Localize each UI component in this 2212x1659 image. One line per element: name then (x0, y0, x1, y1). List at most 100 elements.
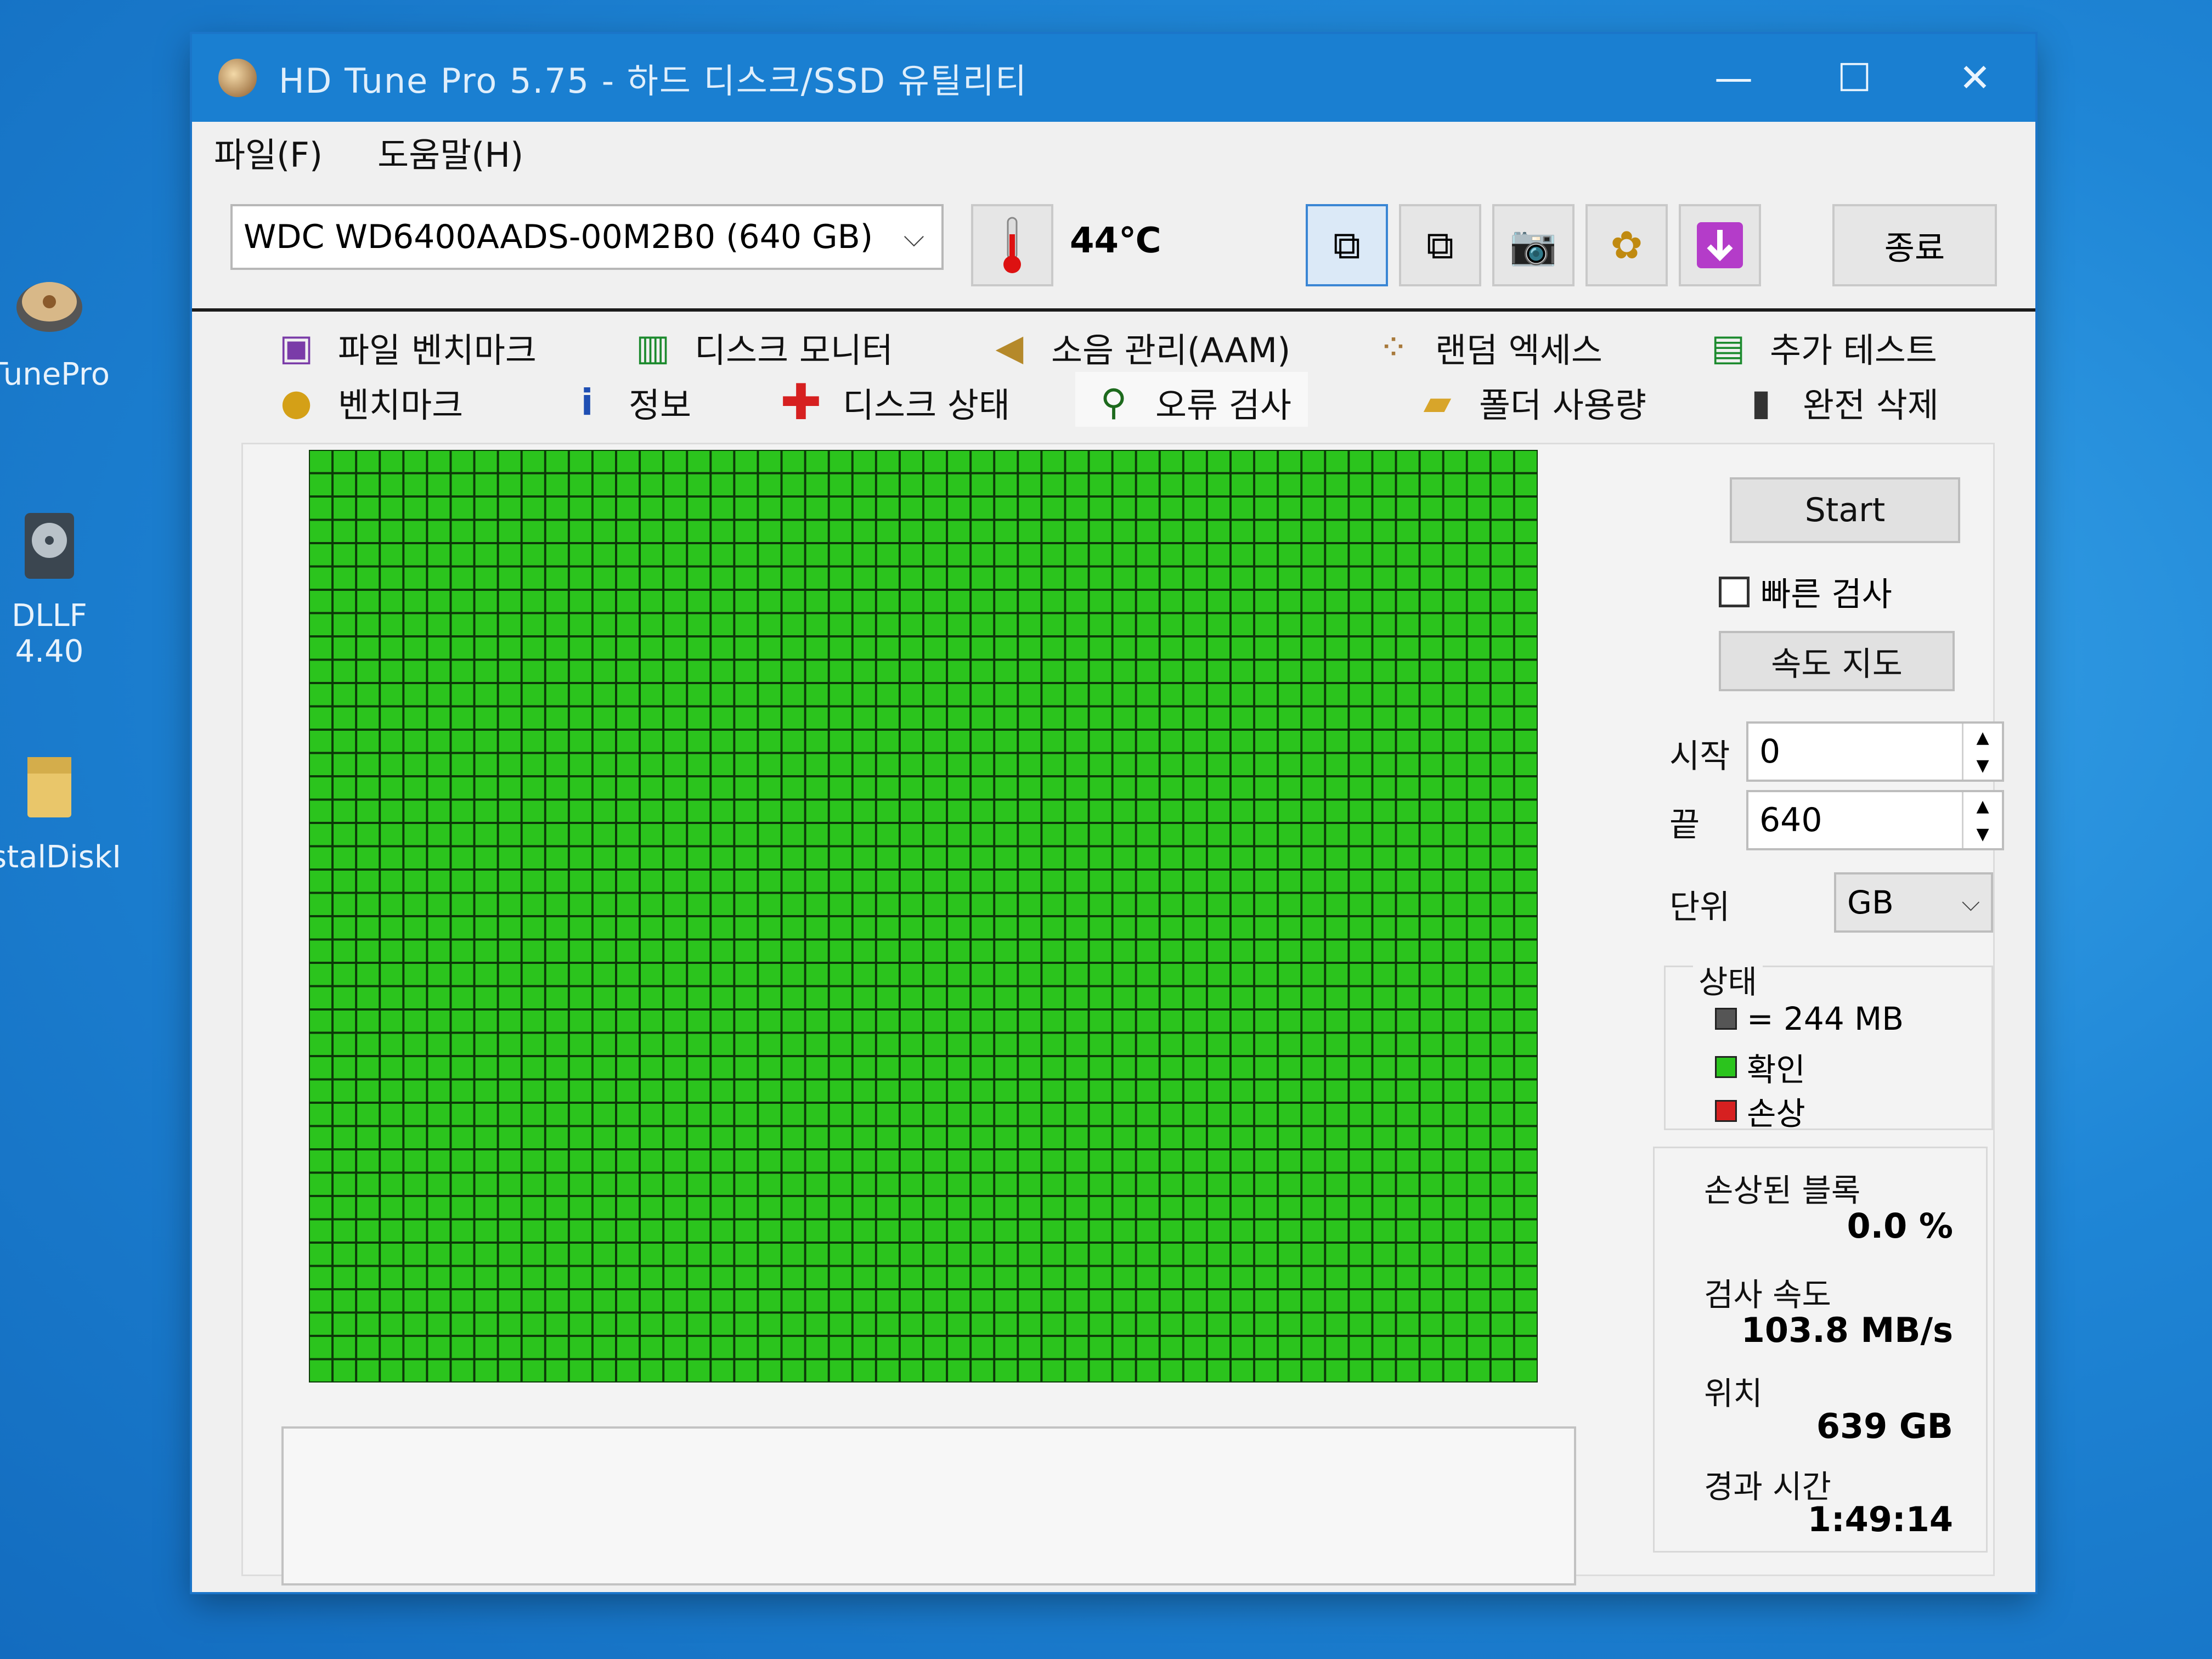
speed-map-button[interactable]: 속도 지도 (1719, 631, 1955, 691)
bulb-icon: ● (280, 381, 312, 424)
chevron-down-icon: ⌵ (904, 221, 924, 253)
tab-error-scan[interactable]: ⚲ 오류 검사 (1075, 372, 1308, 427)
folder-icon: ▰ (1423, 381, 1452, 424)
end-spinbox[interactable]: 640 ▲ ▼ (1746, 790, 2004, 850)
tab-benchmark[interactable]: ● 벤치마크 (274, 377, 463, 427)
spin-up-icon[interactable]: ▲ (1963, 724, 2002, 752)
tab-label: 정보 (629, 385, 692, 425)
start-spinbox[interactable]: 0 ▲ ▼ (1746, 721, 2004, 782)
elapsed-time-value: 1:49:14 (1807, 1499, 1953, 1539)
tab-label: 폴더 사용량 (1479, 385, 1646, 425)
log-box (281, 1426, 1576, 1585)
hdd-icon (8, 263, 91, 346)
save-button[interactable] (1679, 204, 1761, 286)
tab-folder-usage[interactable]: ▰ 폴더 사용량 (1415, 377, 1646, 427)
spin-arrows[interactable]: ▲ ▼ (1962, 792, 2002, 848)
screenshot-button[interactable]: 📷 (1492, 204, 1575, 286)
desktop-icon-dllf[interactable]: DLLF 4.40 (0, 505, 121, 669)
exit-button[interactable]: 종료 (1832, 204, 1997, 286)
drive-select[interactable]: WDC WD6400AADS-00M2B0 (640 GB) ⌵ (230, 204, 944, 270)
scan-speed-label: 검사 속도 (1704, 1276, 1831, 1313)
tab-label: 벤치마크 (338, 385, 464, 425)
desktop-icon-hdtune[interactable]: TunePro (0, 263, 121, 392)
menu-bar: 파일(F) 도움말(H) (192, 122, 2035, 182)
info-icon: i (580, 381, 594, 424)
unit-value: GB (1847, 884, 1894, 921)
block-grid (309, 450, 1538, 1383)
legend-item-damaged: 손상 (1715, 1088, 1805, 1134)
copy-all-button[interactable]: ⧉ (1399, 204, 1481, 286)
folder-icon (8, 746, 91, 828)
quick-scan-checkbox[interactable]: 빠른 검사 (1719, 568, 1892, 616)
tab-label: 디스크 모니터 (695, 330, 893, 370)
tab-label: 추가 테스트 (1770, 330, 1937, 370)
chevron-down-icon: ⌵ (1961, 888, 1980, 917)
unit-select[interactable]: GB ⌵ (1834, 872, 1993, 933)
checkbox-box (1719, 576, 1750, 607)
minimize-button[interactable]: — (1673, 34, 1794, 122)
spin-up-icon[interactable]: ▲ (1963, 792, 2002, 820)
copy-icon: ⧉ (1333, 222, 1361, 268)
tab-extra-tests[interactable]: ▤ 추가 테스트 (1706, 323, 1937, 372)
menu-file[interactable]: 파일(F) (214, 127, 323, 177)
start-value: 0 (1759, 732, 1781, 771)
options-button[interactable]: ✿ (1585, 204, 1668, 286)
tab-strip: ▣ 파일 벤치마크 ▥ 디스크 모니터 ◀ 소음 관리(AAM) ⁘ 랜덤 엑세… (192, 312, 2035, 438)
temperature-readout: 44℃ (1070, 221, 1161, 261)
random-access-icon: ⁘ (1378, 326, 1409, 369)
tab-erase[interactable]: ▮ 완전 삭제 (1739, 377, 1939, 427)
tab-disk-monitor[interactable]: ▥ 디스크 모니터 (631, 323, 893, 372)
start-field-label: 시작 (1669, 737, 1730, 776)
quick-scan-label: 빠른 검사 (1760, 575, 1892, 614)
tab-info[interactable]: i 정보 (565, 377, 691, 427)
menu-help[interactable]: 도움말(H) (377, 127, 523, 177)
tab-label: 소음 관리(AAM) (1051, 330, 1291, 370)
desktop-icon-label: TunePro (0, 357, 110, 392)
legend-title: 상태 (1693, 956, 1763, 1002)
end-value: 640 (1759, 801, 1822, 839)
spin-down-icon[interactable]: ▼ (1963, 820, 2002, 848)
thermometer-icon (971, 204, 1053, 286)
tab-label: 오류 검사 (1155, 385, 1291, 425)
disk-utility-icon (8, 505, 91, 587)
tab-file-benchmark[interactable]: ▣ 파일 벤치마크 (274, 323, 537, 372)
spin-down-icon[interactable]: ▼ (1963, 752, 2002, 780)
disk-monitor-icon: ▥ (635, 326, 670, 369)
position-value: 639 GB (1816, 1406, 1953, 1446)
damaged-blocks-value: 0.0 % (1847, 1206, 1953, 1246)
tab-aam[interactable]: ◀ 소음 관리(AAM) (988, 323, 1291, 372)
tab-health[interactable]: ✚ 디스크 상태 (779, 373, 1010, 431)
end-field-label: 끝 (1669, 806, 1700, 844)
legend-swatch (1715, 1056, 1737, 1078)
download-arrow-icon (1697, 222, 1743, 268)
magnifier-icon: ⚲ (1100, 381, 1127, 424)
app-logo-icon (218, 59, 257, 97)
window-title: HD Tune Pro 5.75 - 하드 디스크/SSD 유틸리티 (279, 61, 1028, 101)
copy-all-icon: ⧉ (1426, 222, 1454, 268)
speaker-icon: ◀ (995, 326, 1024, 369)
tab-label: 파일 벤치마크 (338, 330, 537, 370)
spin-arrows[interactable]: ▲ ▼ (1962, 724, 2002, 780)
error-scan-panel: Start 빠른 검사 속도 지도 시작 0 ▲ ▼ 끝 640 ▲ ▼ 단위 GB… (241, 443, 2004, 1585)
tab-random-access[interactable]: ⁘ 랜덤 엑세스 (1372, 323, 1602, 372)
legend-item-block-size: = 244 MB (1715, 1000, 1904, 1037)
desktop-icon-label: rstalDiskI (0, 839, 121, 875)
health-cross-icon: ✚ (780, 373, 822, 431)
scan-speed-value: 103.8 MB/s (1741, 1310, 1953, 1350)
maximize-button[interactable]: ☐ (1794, 34, 1915, 122)
legend-label: = 244 MB (1747, 1000, 1904, 1037)
title-bar[interactable]: HD Tune Pro 5.75 - 하드 디스크/SSD 유틸리티 — ☐ ✕ (192, 34, 2035, 122)
desktop-icon-label: DLLF 4.40 (12, 598, 87, 669)
settings-icon: ✿ (1610, 223, 1643, 268)
start-button[interactable]: Start (1730, 477, 1960, 543)
legend-label: 손상 (1747, 1095, 1805, 1132)
position-label: 위치 (1704, 1375, 1763, 1412)
desktop-icon-crystaldisk[interactable]: rstalDiskI (0, 746, 121, 875)
trash-icon: ▮ (1751, 381, 1771, 424)
camera-icon: 📷 (1509, 222, 1558, 268)
close-button[interactable]: ✕ (1915, 34, 2035, 122)
copy-text-button[interactable]: ⧉ (1306, 204, 1388, 286)
legend-swatch (1715, 1008, 1737, 1030)
stats-group: 손상된 블록 0.0 % 검사 속도 103.8 MB/s 위치 639 GB … (1653, 1147, 1988, 1553)
tab-label: 디스크 상태 (843, 385, 1010, 425)
